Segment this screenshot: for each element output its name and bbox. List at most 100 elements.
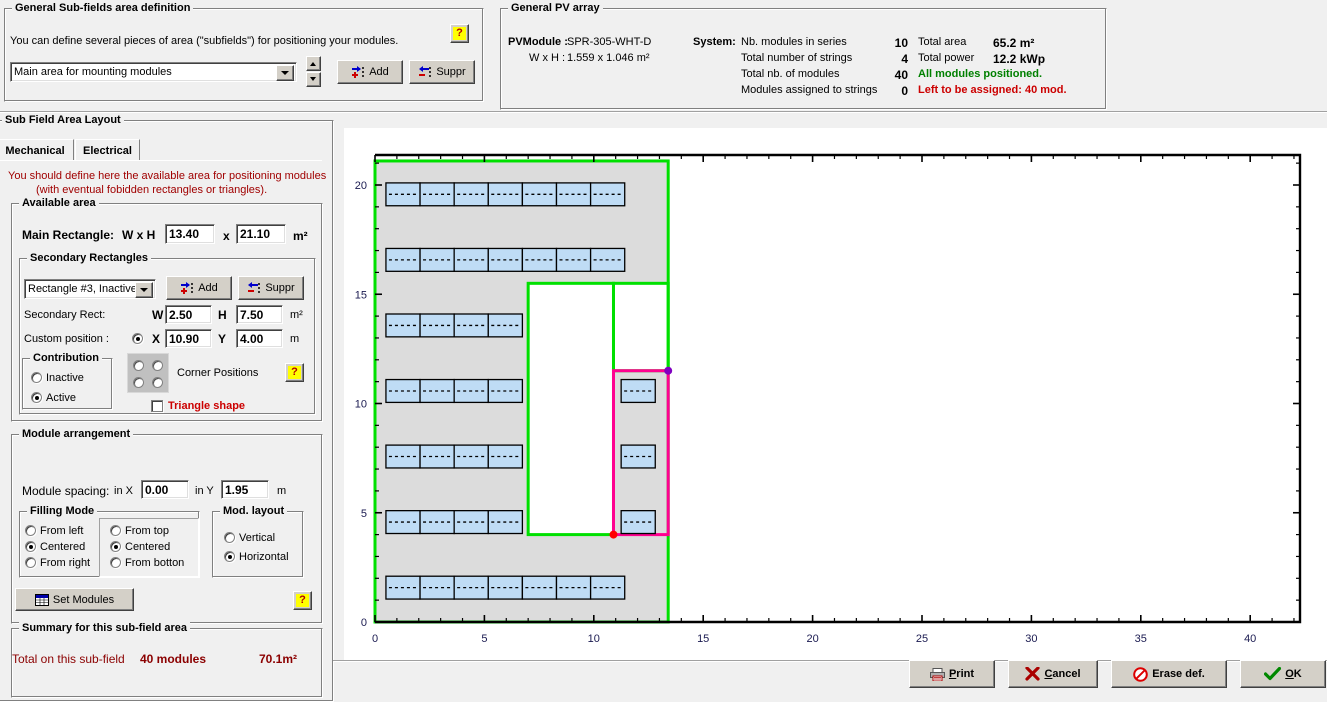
- filling-centered-x-label: Centered: [40, 541, 86, 553]
- pv-row-right-value: 65.2 m²: [993, 36, 1035, 50]
- pv-row-label: Total nb. of modules: [741, 68, 840, 80]
- add-subfield-button[interactable]: Add: [337, 60, 403, 84]
- system-label: System:: [693, 36, 736, 48]
- add-secondary-rect-button[interactable]: Add: [166, 276, 232, 300]
- contribution-inactive-radio[interactable]: Inactive: [31, 372, 84, 385]
- secondary-rect-y-input[interactable]: 4.00: [236, 329, 283, 348]
- contribution-title: Contribution: [30, 352, 102, 364]
- ok-button[interactable]: OK: [1240, 660, 1326, 688]
- y-tick-label: 20: [355, 180, 367, 192]
- help-icon-subfields[interactable]: ?: [450, 24, 469, 43]
- chevron-down-icon[interactable]: [276, 65, 294, 81]
- corner-radio-top-left[interactable]: [133, 360, 144, 371]
- module-spacing-y-input[interactable]: 1.95: [221, 480, 269, 499]
- drag-handle[interactable]: [609, 530, 618, 539]
- cancel-button[interactable]: Cancel: [1008, 660, 1098, 688]
- triangle-shape-label: Triangle shape: [168, 400, 246, 412]
- spinner-up-icon[interactable]: [306, 56, 321, 71]
- triangle-shape-checkbox[interactable]: Triangle shape: [151, 400, 245, 413]
- suppr-icon: [419, 65, 432, 77]
- secondary-rect-w-input[interactable]: 2.50: [165, 305, 212, 324]
- chevron-down-icon-secondary[interactable]: [135, 282, 153, 298]
- main-rect-width-input[interactable]: 13.40: [165, 224, 215, 244]
- secondary-rectangles-title: Secondary Rectangles: [27, 252, 151, 264]
- mod-layout-vertical-radio[interactable]: Vertical: [224, 532, 275, 545]
- mod-layout-horizontal-radio[interactable]: Horizontal: [224, 551, 289, 564]
- secondary-rect-x-input[interactable]: 10.90: [165, 329, 212, 348]
- summary-title: Summary for this sub-field area: [19, 622, 191, 634]
- pv-row-right-label: Total power: [918, 52, 975, 64]
- main-rectangle-wxh-label: W x H: [122, 228, 156, 242]
- corner-radio-top-right[interactable]: [152, 360, 163, 371]
- printer-icon: [929, 667, 945, 681]
- secondary-rect-inactive-2[interactable]: [613, 283, 669, 371]
- subfield-area-layout-title: Sub Field Area Layout: [2, 114, 124, 126]
- secondary-rect-select[interactable]: Rectangle #3, Inactive: [24, 279, 156, 299]
- pv-row-right-label: Left to be assigned: 40 mod.: [918, 84, 1067, 96]
- layout-plot[interactable]: 0 5 10 15 20 25 30 35 40 0 5 10 15 20: [344, 128, 1327, 660]
- subfield-spinner[interactable]: [306, 56, 321, 88]
- secondary-rect-unit2: m: [290, 333, 300, 345]
- filling-from-top-radio[interactable]: From top: [110, 525, 169, 538]
- tab-mechanical[interactable]: Mechanical: [0, 139, 74, 161]
- y-tick-label: 10: [355, 399, 367, 411]
- x-tick-label: 30: [1025, 633, 1037, 645]
- print-button[interactable]: Print: [909, 660, 995, 688]
- pv-row-value: 4: [901, 52, 908, 66]
- suppr-secondary-rect-button[interactable]: Suppr: [238, 276, 304, 300]
- y-tick-label: 5: [361, 508, 367, 520]
- spinner-down-icon[interactable]: [306, 72, 321, 87]
- filling-from-right-label: From right: [40, 557, 91, 569]
- cancel-label: Cancel: [1044, 668, 1081, 680]
- corner-radio-bottom-right[interactable]: [152, 377, 163, 388]
- erase-def-button[interactable]: Erase def.: [1111, 660, 1227, 688]
- header-separator: [0, 112, 1327, 113]
- pvmodule-value: SPR-305-WHT-D: [567, 36, 652, 48]
- main-rect-times: x: [223, 229, 230, 243]
- filling-centered-y-label: Centered: [125, 541, 171, 553]
- x-tick-label: 25: [916, 633, 928, 645]
- tab-electrical-label: Electrical: [83, 144, 132, 157]
- tab-electrical[interactable]: Electrical: [75, 139, 140, 161]
- drag-handle[interactable]: [664, 366, 673, 375]
- filling-from-right-radio[interactable]: From right: [25, 557, 90, 570]
- filling-from-left-label: From left: [40, 525, 84, 537]
- pvmodule-wxh-label: W x H :: [529, 52, 566, 64]
- corner-positions-pad[interactable]: [127, 353, 169, 393]
- filling-from-left-radio[interactable]: From left: [25, 525, 83, 538]
- forbidden-icon: [1133, 666, 1149, 682]
- mechanical-warning-line2: (with eventual fobidden rectangles or tr…: [36, 184, 268, 196]
- module-spacing-x-input[interactable]: 0.00: [141, 480, 189, 499]
- tab-underline: [0, 160, 322, 161]
- available-area-title: Available area: [19, 197, 99, 209]
- filling-centered-x-radio[interactable]: Centered: [25, 541, 85, 554]
- set-modules-button[interactable]: Set Modules: [15, 588, 134, 611]
- mechanical-warning-line1: You should define here the available are…: [8, 170, 327, 182]
- pv-row-right-label: Total area: [918, 36, 967, 48]
- check-icon: [1264, 667, 1282, 681]
- secondary-rect-x-label: X: [152, 332, 161, 346]
- x-tick-label: 15: [697, 633, 709, 645]
- pv-row-label: Nb. modules in series: [741, 36, 847, 48]
- corner-radio-bottom-left[interactable]: [133, 377, 144, 388]
- main-rect-height-input[interactable]: 21.10: [236, 224, 286, 244]
- pvmodule-wxh-value: 1.559 x 1.046 m²: [567, 52, 650, 64]
- y-tick-label: 15: [355, 289, 367, 301]
- header-separator-2: [0, 111, 1327, 112]
- general-subfields-group: General Sub-fields area definition: [4, 2, 484, 102]
- suppr-subfield-button[interactable]: Suppr: [409, 60, 475, 84]
- mod-layout-vertical-label: Vertical: [239, 532, 276, 544]
- contribution-active-radio[interactable]: Active: [31, 392, 76, 405]
- secondary-rect-h-input[interactable]: 7.50: [236, 305, 283, 324]
- subfield-select-value: Main area for mounting modules: [14, 66, 172, 78]
- layout-plot-svg: 0 5 10 15 20 25 30 35 40 0 5 10 15 20: [344, 128, 1327, 660]
- secondary-rect-inactive-1[interactable]: [528, 283, 614, 535]
- custom-position-label: Custom position :: [24, 333, 109, 345]
- suppr-secondary-rect-label: Suppr: [265, 282, 295, 294]
- filling-from-bottom-radio[interactable]: From botton: [110, 557, 184, 570]
- x-tick-label: 40: [1244, 633, 1256, 645]
- help-icon-module-arrangement[interactable]: ?: [293, 591, 312, 610]
- filling-centered-y-radio[interactable]: Centered: [110, 541, 170, 554]
- subfield-select[interactable]: Main area for mounting modules: [10, 62, 297, 82]
- help-icon-corner[interactable]: ?: [285, 363, 304, 382]
